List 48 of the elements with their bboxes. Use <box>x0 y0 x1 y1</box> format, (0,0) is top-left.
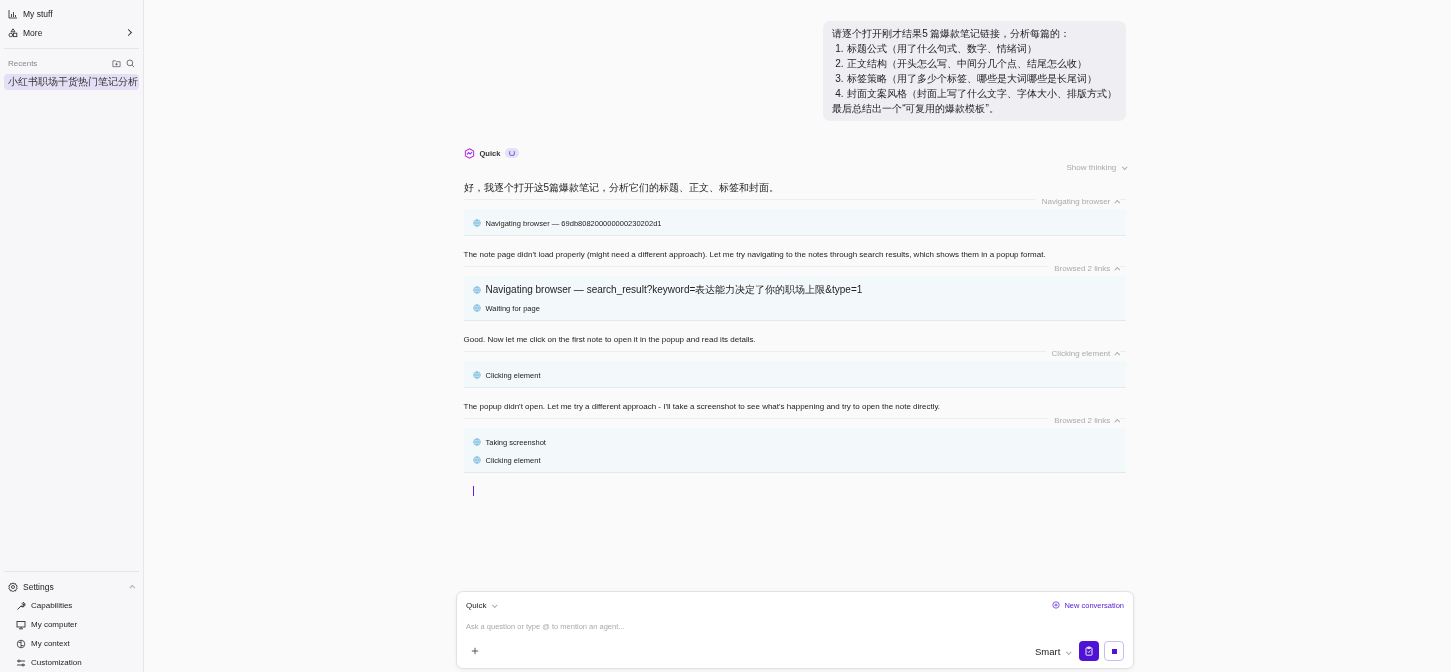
nav-item[interactable]: More <box>4 23 139 42</box>
globe-icon <box>472 304 481 312</box>
globe-icon <box>472 219 481 227</box>
mode-dropdown[interactable]: Quick <box>466 600 496 610</box>
globe-icon <box>472 438 481 446</box>
globe-icon <box>472 371 481 379</box>
settings-icon <box>8 581 18 592</box>
settings-item[interactable]: My computer <box>4 615 139 634</box>
settings-item[interactable]: Capabilities <box>4 596 139 615</box>
globe-icon <box>472 456 481 464</box>
stop-button[interactable] <box>1104 641 1124 661</box>
model-dropdown[interactable]: Smart <box>1035 645 1070 657</box>
recent-chat-item[interactable]: 小红书职场干货热门笔记分析 <box>4 74 139 90</box>
settings-item[interactable]: Customization <box>4 653 139 672</box>
shapes-icon <box>8 27 18 38</box>
list-number: 2. <box>835 57 844 71</box>
response-text: The note page didn't load properly (might need a different approach). Let me try navigating to the notes through search results, which shows them in a popup format. <box>463 249 1047 261</box>
response-text: 好，我逐个打开这5篇爆款笔记，分析它们的标题、正文、标签和封面。 <box>463 182 781 194</box>
list-item-text: 封面文案风格（封面上写了什么文字、字体大小、排版方式） <box>846 87 1117 101</box>
list-number: 3. <box>835 72 844 86</box>
plus-icon[interactable] <box>471 647 479 655</box>
nav-item[interactable]: My stuff <box>4 4 139 23</box>
list-item-text: 标签策略（用了多少个标签、哪些是大词哪些是长尾词） <box>846 72 1097 86</box>
search-icon[interactable] <box>126 58 135 68</box>
globe-icon <box>472 286 481 294</box>
response-text: Good. Now let me click on the first note to open it in the popup and read its details. <box>463 334 757 346</box>
settings-item[interactable]: My context <box>4 634 139 653</box>
text-cursor-icon <box>472 486 474 496</box>
settings-toggle[interactable]: Settings <box>4 577 139 596</box>
monitor-icon <box>16 619 26 630</box>
sliders-icon <box>16 657 26 668</box>
list-item-text: 标题公式（用了什么句式、数字、情绪词） <box>846 42 1037 56</box>
clipboard-button[interactable] <box>1079 641 1099 661</box>
clipboard-icon <box>1084 646 1094 656</box>
list-item-text: 正文结构（开头怎么写、中间分几个点、结尾怎么收） <box>846 57 1087 71</box>
message-text: 请逐个打开刚才结果5 篇爆款笔记链接，分析每篇的： <box>832 27 1072 41</box>
bar-chart-icon <box>8 8 18 19</box>
plus-circle-icon <box>1052 601 1061 609</box>
loading-spinner-icon <box>505 148 520 158</box>
message-text: 最后总结出一个“可复用的爆款模板”。 <box>832 102 1000 116</box>
tool-step-text: Navigating browser — search_result?keyword=表达能力决定了你的职场上限&type=1 <box>485 283 863 297</box>
wrench-icon <box>16 600 26 611</box>
new-folder-icon[interactable] <box>112 58 121 68</box>
list-number: 1. <box>835 42 844 56</box>
response-text: The popup didn't open. Let me try a different approach - I'll take a screenshot to see what's happening and try to open the note directly. <box>463 401 942 413</box>
list-number: 4. <box>835 87 844 101</box>
section-title: Recents <box>8 58 39 68</box>
hexagon-logo-icon <box>463 147 475 159</box>
